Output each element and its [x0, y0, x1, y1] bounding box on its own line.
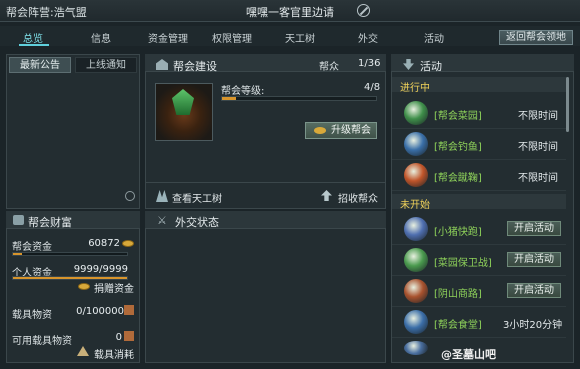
tab-overview[interactable]: 总览: [23, 30, 43, 45]
activity-name: [阴山商路]: [434, 289, 482, 300]
edit-icon[interactable]: [357, 4, 370, 17]
crate-icon-2: [124, 331, 134, 341]
fishing-icon: [404, 132, 428, 156]
trade-route-icon: [404, 279, 428, 303]
guild-fund-value: 60872: [88, 238, 120, 249]
activity-name: [菜园保卫战]: [434, 258, 492, 269]
guild-level-fill: [222, 97, 236, 100]
coin-icon: [314, 127, 326, 134]
tab-activities[interactable]: 活动: [424, 30, 444, 45]
notice-panel: [6, 54, 140, 209]
edit-notice-icon[interactable]: [125, 191, 135, 201]
activity-time: 不限时间: [518, 142, 558, 153]
guild-slogan: 嘿嘿一客官里边请: [246, 6, 334, 19]
activities-scrollbar[interactable]: [566, 77, 569, 132]
guild-fund-bar: [12, 252, 128, 256]
guild-level-bar: [221, 96, 377, 101]
divider: [146, 182, 385, 183]
diplomacy-title: 外交状态: [175, 216, 219, 229]
guild-camp: 帮会阵营:浩气盟: [6, 6, 87, 19]
piglet-race-icon: [404, 217, 428, 241]
start-activity-button[interactable]: 开启活动: [507, 283, 561, 298]
activity-time: 不限时间: [518, 111, 558, 122]
upgrade-guild-button[interactable]: 升级帮会: [305, 122, 377, 139]
tab-tech-tree[interactable]: 天工树: [285, 30, 315, 45]
tab-online-notice[interactable]: 上线通知: [75, 57, 137, 73]
recruit-members-link[interactable]: 招收帮众: [338, 190, 378, 205]
members-value: 1/36: [358, 58, 381, 69]
wealth-icon: [13, 215, 24, 225]
tab-latest-notice[interactable]: 最新公告: [9, 57, 71, 73]
watermark: @圣墓山吧: [441, 348, 496, 361]
tab-permissions[interactable]: 权限管理: [212, 30, 252, 45]
tab-diplomacy[interactable]: 外交: [358, 30, 378, 45]
crossed-swords-icon: ⚔: [157, 214, 167, 227]
guild-level-value: 4/8: [364, 82, 381, 93]
guild-camp-value: 浩气盟: [53, 6, 87, 19]
tab-funds[interactable]: 资金管理: [148, 30, 188, 45]
guild-fund-label: 帮会资金: [12, 242, 52, 253]
vehicle-consume-link[interactable]: 载具消耗: [94, 346, 134, 361]
vehicle-supply-label: 载具物资: [12, 310, 52, 321]
activity-icon-partial: [404, 341, 428, 355]
activity-name: [帮会食堂]: [434, 320, 482, 331]
garden-defense-icon: [404, 248, 428, 272]
canteen-icon: [404, 310, 428, 334]
diplomacy-panel: [145, 211, 386, 363]
usable-supply-label: 可用载具物资: [12, 336, 72, 347]
crate-icon: [124, 305, 134, 315]
activity-name: [帮会钓鱼]: [434, 142, 482, 153]
activity-name: [小猪快跑]: [434, 227, 482, 238]
start-activity-button[interactable]: 开启活动: [507, 221, 561, 236]
guild-fund-fill: [13, 253, 23, 255]
members-label: 帮众: [319, 62, 339, 73]
wealth-header: [6, 211, 140, 229]
tab-active-indicator: [19, 44, 49, 46]
start-activity-button[interactable]: 开启活动: [507, 252, 561, 267]
vegetable-garden-icon: [404, 101, 428, 125]
upgrade-guild-label: 升级帮会: [331, 125, 371, 136]
personal-fund-value: 9999/9999: [73, 264, 128, 275]
wealth-title: 帮会财富: [28, 216, 72, 229]
personal-fund-fill: [13, 277, 127, 279]
guild-camp-label: 帮会阵营: [6, 6, 50, 19]
activity-name: [帮会菜园]: [434, 111, 482, 122]
tab-info[interactable]: 信息: [91, 30, 111, 45]
return-territory-button[interactable]: 返回帮会领地: [499, 30, 573, 45]
coin-icon: [122, 240, 134, 247]
activity-name: [帮会蹴鞠]: [434, 173, 482, 184]
build-title: 帮会建设: [173, 60, 217, 73]
activities-header: [391, 54, 574, 72]
guild-level-label: 帮会等级:: [221, 86, 265, 97]
donate-coin-icon: [78, 283, 90, 290]
activities-title: 活动: [420, 60, 442, 73]
vehicle-supply-value: 0/100000: [76, 306, 124, 317]
ongoing-label: 进行中: [400, 83, 430, 94]
upcoming-label: 未开始: [400, 200, 430, 211]
donate-funds-link[interactable]: 捐赠资金: [94, 280, 134, 295]
usable-supply-value: 0: [115, 332, 122, 343]
activity-time: 不限时间: [518, 173, 558, 184]
view-tech-tree-link[interactable]: 查看天工树: [172, 190, 222, 205]
cuju-ball-icon: [404, 163, 428, 187]
activity-time: 3小时20分钟: [503, 320, 563, 331]
